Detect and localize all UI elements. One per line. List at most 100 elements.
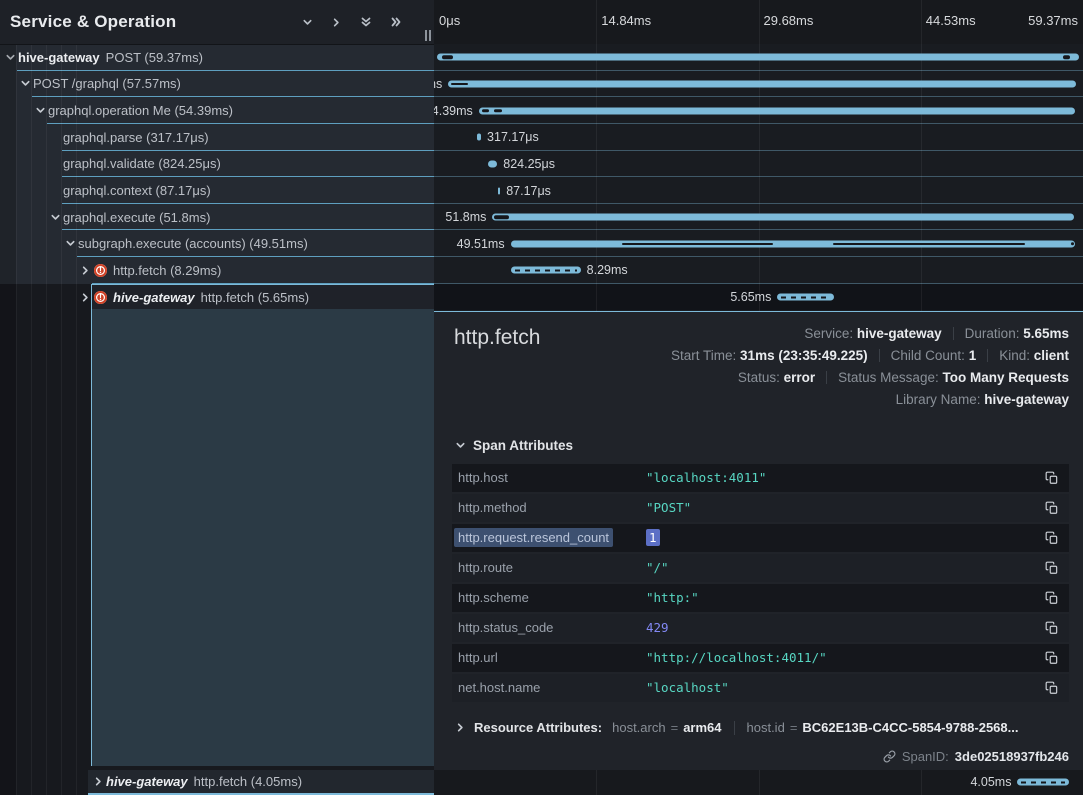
span-bar[interactable] <box>777 294 833 301</box>
double-chevron-right-icon[interactable] <box>390 16 402 28</box>
attribute-key: http.method <box>458 500 646 515</box>
child-span-dashes <box>515 269 577 272</box>
chevron-right-icon[interactable] <box>77 265 93 276</box>
tree-row[interactable]: POST /graphql (57.57ms) <box>0 71 434 98</box>
attribute-key: http.route <box>458 560 646 575</box>
child-span-mark <box>482 109 488 113</box>
attribute-value: 429 <box>646 620 1045 635</box>
operation-label: graphql.parse (317.17μs) <box>63 130 209 145</box>
tree-row[interactable]: !http.fetch (8.29ms) <box>0 257 434 284</box>
attribute-value: "localhost" <box>646 680 1045 695</box>
timeline-row[interactable]: 8.29ms <box>434 257 1083 284</box>
attribute-value: 1 <box>646 530 1045 545</box>
timeline-row[interactable]: 57.57ms <box>434 71 1083 98</box>
tree-row[interactable]: graphql.operation Me (54.39ms) <box>0 97 434 124</box>
timeline-row[interactable]: 824.25μs <box>434 151 1083 178</box>
copy-icon[interactable] <box>1045 561 1059 575</box>
tree-row[interactable]: graphql.parse (317.17μs) <box>0 124 434 151</box>
chevron-down-icon[interactable] <box>454 440 466 451</box>
equals-sign: = <box>671 720 679 735</box>
span-duration-label: 54.39ms <box>434 104 473 118</box>
attribute-value: "/" <box>646 560 1045 575</box>
meta-value: 5.65ms <box>1023 326 1069 341</box>
tree-row[interactable]: hive-gatewayhttp.fetch (4.05ms) <box>88 770 434 795</box>
ruler-tick-label: 44.53ms <box>926 13 976 28</box>
attribute-row[interactable]: http.scheme"http:" <box>452 584 1069 612</box>
chevron-down-icon[interactable] <box>62 238 78 249</box>
link-icon[interactable] <box>883 750 896 763</box>
timeline-row[interactable]: 59.37ms <box>434 44 1083 71</box>
attribute-row[interactable]: net.host.name"localhost" <box>452 674 1069 702</box>
span-bar[interactable] <box>511 267 581 274</box>
attribute-row[interactable]: http.host"localhost:4011" <box>452 464 1069 492</box>
attribute-value: "http:" <box>646 590 1045 605</box>
attribute-row[interactable]: http.route"/" <box>452 554 1069 582</box>
attribute-row[interactable]: http.request.resend_count1 <box>452 524 1069 552</box>
chevron-right-icon[interactable] <box>331 17 342 28</box>
attribute-row[interactable]: http.status_code429 <box>452 614 1069 642</box>
span-bar[interactable] <box>1017 779 1068 786</box>
chevron-down-icon[interactable] <box>2 52 18 63</box>
tree-row[interactable]: !hive-gatewayhttp.fetch (5.65ms) <box>0 284 434 311</box>
tree-row[interactable]: graphql.context (87.17μs) <box>0 177 434 204</box>
chevron-right-icon[interactable] <box>77 292 93 303</box>
span-bar[interactable] <box>448 80 1076 87</box>
span-attributes-header[interactable]: Span Attributes <box>454 436 1069 456</box>
copy-icon[interactable] <box>1045 591 1059 605</box>
meta-value: hive-gateway <box>984 392 1069 407</box>
span-bar[interactable] <box>477 134 481 141</box>
timeline-row[interactable]: 317.17μs <box>434 124 1083 151</box>
copy-icon[interactable] <box>1045 531 1059 545</box>
panel-resize-handle[interactable] <box>425 30 431 41</box>
chevron-right-icon[interactable] <box>90 776 106 787</box>
meta-label: Service: <box>804 326 857 341</box>
child-span-mark <box>451 83 468 85</box>
meta-label: Status: <box>738 370 784 385</box>
copy-icon[interactable] <box>1045 501 1059 515</box>
chevron-down-icon[interactable] <box>47 212 63 223</box>
span-bar[interactable] <box>498 187 500 194</box>
span-bar[interactable] <box>492 214 1074 221</box>
operation-label: graphql.execute (51.8ms) <box>63 210 210 225</box>
tree-row[interactable]: graphql.execute (51.8ms) <box>0 204 434 231</box>
operation-label: graphql.operation Me (54.39ms) <box>48 103 233 118</box>
timeline-row[interactable]: 87.17μs <box>434 177 1083 204</box>
double-chevron-down-icon[interactable] <box>360 16 372 28</box>
meta-value: error <box>784 370 816 385</box>
chevron-down-icon[interactable] <box>32 105 48 116</box>
tree-footer-row: hive-gatewayhttp.fetch (4.05ms) <box>0 770 434 795</box>
attribute-row[interactable]: http.method"POST" <box>452 494 1069 522</box>
span-duration-label: 87.17μs <box>506 184 551 198</box>
child-span-mark <box>622 243 773 245</box>
selected-span-indent-area <box>0 311 434 770</box>
meta-label: Kind: <box>999 348 1034 363</box>
attribute-value: "POST" <box>646 500 1045 515</box>
copy-icon[interactable] <box>1045 621 1059 635</box>
chevron-down-icon[interactable] <box>302 17 313 28</box>
tree-row[interactable]: hive-gatewayPOST (59.37ms) <box>0 44 434 71</box>
timeline-row[interactable]: 5.65ms <box>434 284 1083 311</box>
timeline-row[interactable]: 49.51ms <box>434 230 1083 257</box>
meta-label: Start Time: <box>671 348 740 363</box>
attribute-value: "localhost:4011" <box>646 470 1045 485</box>
meta-divider <box>826 371 827 384</box>
span-id-row: SpanID: 3de02518937fb246 <box>452 744 1069 770</box>
span-detail-header: http.fetch Service: hive-gatewayDuration… <box>452 312 1069 434</box>
chevron-right-icon[interactable] <box>452 722 468 733</box>
timeline-row[interactable]: 51.8ms <box>434 204 1083 231</box>
span-duration-label: 51.8ms <box>445 210 486 224</box>
tree-row[interactable]: subgraph.execute (accounts) (49.51ms) <box>0 230 434 257</box>
tree-row[interactable]: graphql.validate (824.25μs) <box>0 151 434 178</box>
copy-icon[interactable] <box>1045 651 1059 665</box>
span-bar[interactable] <box>479 107 1075 114</box>
chevron-down-icon[interactable] <box>17 78 33 89</box>
resource-attributes-row[interactable]: Resource Attributes:host.arch=arm64host.… <box>452 714 1069 742</box>
copy-icon[interactable] <box>1045 681 1059 695</box>
copy-icon[interactable] <box>1045 471 1059 485</box>
child-span-mark <box>833 243 1024 245</box>
span-bar[interactable] <box>437 54 1079 61</box>
attribute-row[interactable]: http.url"http://localhost:4011/" <box>452 644 1069 672</box>
timeline-row[interactable]: 54.39ms <box>434 97 1083 124</box>
span-bar[interactable] <box>488 160 497 167</box>
span-duration-label: 317.17μs <box>487 130 539 144</box>
